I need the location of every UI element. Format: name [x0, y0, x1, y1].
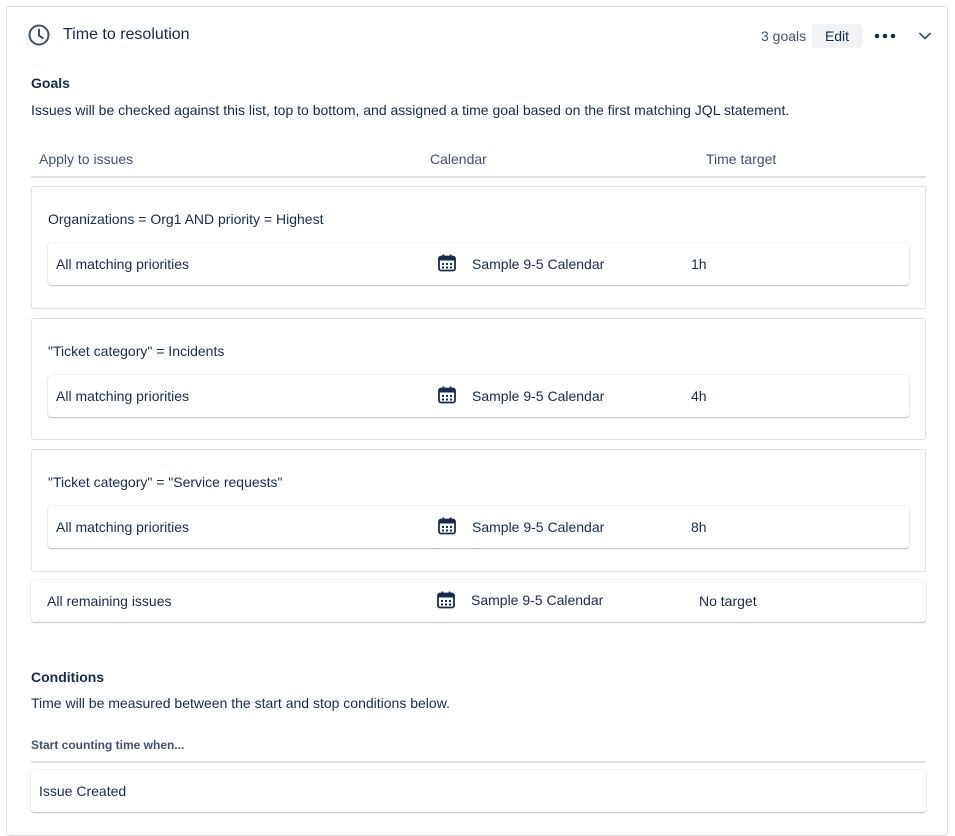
remaining-target: No target [699, 593, 757, 609]
chevron-down-icon [919, 32, 931, 40]
goal-issues: All matching priorities [56, 256, 190, 272]
conditions-heading: Conditions [31, 669, 105, 685]
calendar-icon [438, 517, 456, 535]
start-conditions-label: Start counting time when... [31, 738, 185, 752]
remaining-calendar: Sample 9-5 Calendar [471, 592, 604, 608]
start-conditions-divider [31, 761, 926, 763]
more-actions-button[interactable] [871, 24, 899, 48]
goals-heading: Goals [31, 75, 70, 91]
goal-row[interactable]: All matching priorities Sample 9-5 Calen… [48, 243, 909, 285]
panel-header: Time to resolution 3 goals Edit [7, 7, 947, 63]
conditions-description: Time will be measured between the start … [31, 695, 450, 711]
clock-icon [28, 24, 50, 46]
start-condition-row[interactable]: Issue Created [31, 770, 926, 812]
column-header-divider [31, 176, 926, 178]
column-header-calendar: Calendar [430, 151, 487, 167]
remaining-issues-label: All remaining issues [47, 593, 172, 609]
goal-calendar: Sample 9-5 Calendar [472, 388, 605, 404]
calendar-icon [437, 591, 455, 609]
remaining-issues-row[interactable]: All remaining issues Sample 9-5 Calendar… [31, 580, 926, 622]
calendar-icon [438, 254, 456, 272]
goal-issues: All matching priorities [56, 388, 190, 404]
goal-target: 4h [691, 388, 707, 404]
edit-button[interactable]: Edit [812, 24, 862, 48]
goal-jql: "Ticket category" = Incidents [48, 343, 225, 359]
goal-calendar: Sample 9-5 Calendar [472, 519, 605, 535]
column-header-time-target: Time target [706, 151, 777, 167]
goal-target: 8h [691, 519, 707, 535]
goal-jql: Organizations = Org1 AND priority = High… [48, 211, 324, 227]
goal-row[interactable]: All matching priorities Sample 9-5 Calen… [48, 506, 909, 548]
goal-target: 1h [691, 256, 707, 272]
panel-title: Time to resolution [63, 26, 190, 43]
goal-row[interactable]: All matching priorities Sample 9-5 Calen… [48, 375, 909, 417]
calendar-icon [438, 386, 456, 404]
goal-group: "Ticket category" = Incidents All matchi… [31, 318, 926, 440]
goal-group: Organizations = Org1 AND priority = High… [31, 186, 926, 309]
start-condition-label: Issue Created [39, 783, 127, 799]
more-icon [874, 33, 896, 39]
goal-issues: All matching priorities [56, 519, 190, 535]
goals-description: Issues will be checked against this list… [31, 102, 790, 118]
column-header-apply-to-issues: Apply to issues [39, 151, 134, 167]
collapse-button[interactable] [913, 24, 937, 48]
time-to-resolution-panel: Time to resolution 3 goals Edit Goals Is… [6, 6, 948, 836]
goal-group: "Ticket category" = "Service requests" A… [31, 449, 926, 572]
goal-jql: "Ticket category" = "Service requests" [48, 474, 283, 490]
goals-count: 3 goals [761, 28, 807, 44]
goal-calendar: Sample 9-5 Calendar [472, 256, 605, 272]
